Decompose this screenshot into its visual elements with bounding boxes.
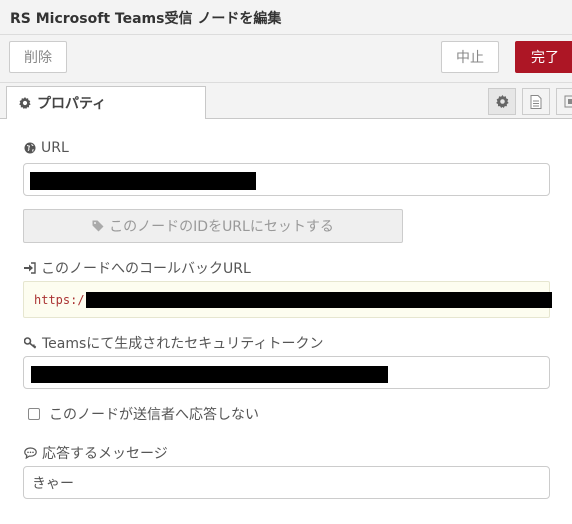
token-input[interactable] — [23, 356, 550, 389]
message-input[interactable]: きゃー — [23, 466, 550, 499]
gear-icon — [495, 95, 509, 108]
tab-appearance[interactable] — [556, 88, 572, 115]
no-reply-option[interactable]: このノードが送信者へ応答しない — [28, 404, 259, 424]
callback-label-row: このノードへのコールバックURL — [24, 258, 251, 278]
url-input[interactable] — [23, 163, 550, 196]
message-label-row: 応答するメッセージ — [24, 443, 168, 463]
tag-icon — [92, 220, 104, 232]
done-button[interactable]: 完了 — [515, 41, 572, 73]
appearance-icon — [564, 95, 572, 108]
dialog-title: RS Microsoft Teams受信 ノードを編集 — [10, 11, 282, 27]
tab-properties[interactable]: プロパティ — [6, 86, 206, 119]
tab-settings[interactable] — [488, 88, 516, 115]
delete-button[interactable]: 削除 — [9, 41, 67, 73]
message-label: 応答するメッセージ — [42, 446, 168, 462]
key-icon — [24, 337, 37, 349]
no-reply-checkbox[interactable] — [28, 408, 40, 420]
gear-icon — [19, 97, 31, 109]
token-label: Teamsにて生成されたセキュリティトークン — [42, 336, 324, 352]
message-value: きゃー — [32, 475, 74, 492]
callback-url-value: https:/ — [34, 292, 85, 307]
description-icon — [530, 94, 542, 109]
tab-description[interactable] — [522, 88, 550, 115]
comment-icon — [24, 447, 37, 459]
tab-properties-label: プロパティ — [37, 96, 107, 112]
dialog-header: RS Microsoft Teams受信 ノードを編集 — [0, 0, 572, 35]
redacted-value — [86, 292, 552, 308]
callback-label: このノードへのコールバックURL — [41, 261, 251, 277]
cancel-button[interactable]: 中止 — [441, 41, 499, 73]
set-id-button[interactable]: このノードのIDをURLにセットする — [23, 209, 403, 243]
redacted-value — [30, 172, 256, 190]
url-label: URL — [41, 140, 69, 156]
redacted-value — [31, 366, 388, 383]
set-id-label: このノードのIDをURLにセットする — [109, 219, 334, 235]
no-reply-label: このノードが送信者へ応答しない — [49, 407, 259, 423]
sign-in-icon — [24, 262, 36, 274]
callback-url-display: https:/ — [23, 281, 552, 318]
globe-icon — [24, 142, 36, 154]
token-label-row: Teamsにて生成されたセキュリティトークン — [24, 333, 323, 353]
url-label-row: URL — [24, 140, 69, 156]
